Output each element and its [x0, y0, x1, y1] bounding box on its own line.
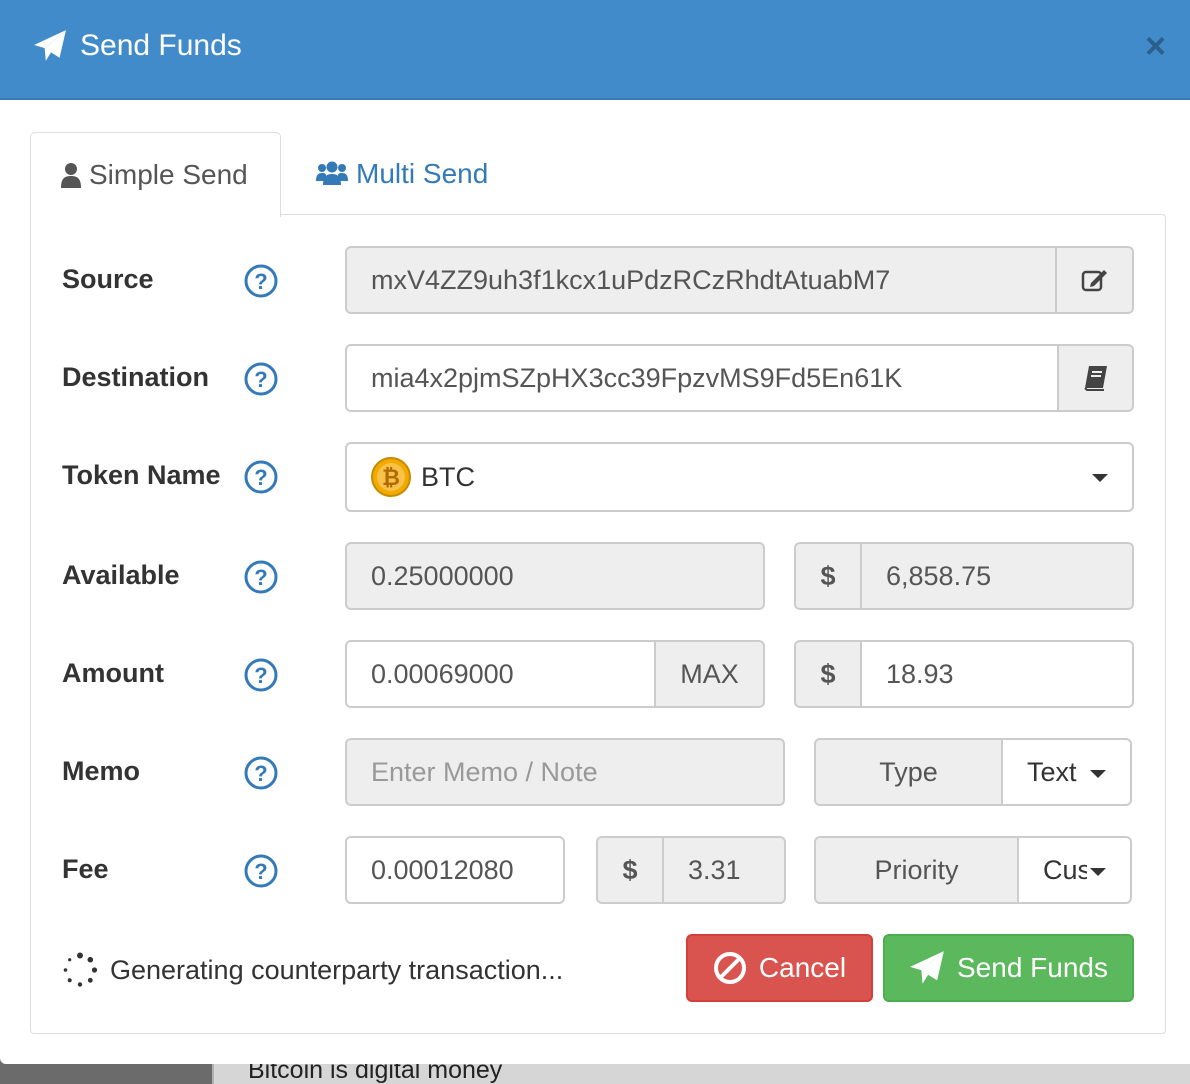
address-book-button[interactable]: [1057, 344, 1134, 412]
available-balance-field: 0.25000000: [345, 542, 765, 610]
bitcoin-icon: ₿: [371, 457, 411, 497]
memo-input[interactable]: Enter Memo / Note: [345, 738, 785, 806]
source-address-field[interactable]: mxV4ZZ9uh3f1kcx1uPdzRCzRhdtAtuabM7: [345, 246, 1057, 314]
fee-label: Fee: [62, 854, 109, 884]
token-name-label: Token Name: [62, 460, 221, 490]
fee-input[interactable]: 0.00012080: [345, 836, 565, 904]
send-funds-modal: Send Funds × Simple Send Multi Send Sour…: [0, 0, 1190, 1064]
tab-multi-send-label: Multi Send: [356, 158, 489, 189]
paper-plane-icon: [34, 30, 66, 61]
help-icon[interactable]: ?: [244, 756, 278, 790]
status-text: Generating counterparty transaction...: [110, 954, 564, 985]
help-icon[interactable]: ?: [244, 658, 278, 692]
edit-icon: [1081, 270, 1107, 292]
send-funds-button-label: Send Funds: [957, 952, 1108, 983]
help-icon[interactable]: ?: [244, 560, 278, 594]
user-icon: [61, 163, 81, 188]
send-funds-button[interactable]: Send Funds: [883, 934, 1134, 1002]
svg-text:?: ?: [254, 269, 267, 294]
memo-type-select[interactable]: Text: [1001, 738, 1132, 806]
source-label: Source: [62, 264, 154, 294]
chevron-down-icon: [1090, 770, 1106, 778]
ban-icon: [713, 952, 746, 984]
svg-text:₿: ₿: [382, 465, 400, 490]
amount-label: Amount: [62, 658, 164, 688]
cancel-button-label: Cancel: [758, 952, 847, 983]
help-icon[interactable]: ?: [244, 460, 278, 494]
token-select[interactable]: ₿ BTC: [345, 442, 1134, 512]
available-usd-field: 6,858.75: [860, 542, 1134, 610]
svg-text:?: ?: [254, 761, 267, 786]
destination-address-field[interactable]: mia4x2pjmSZpHX3cc39FpzvMS9Fd5En61K: [345, 344, 1059, 412]
tab-multi-send[interactable]: Multi Send: [316, 132, 536, 216]
amount-usd-input[interactable]: 18.93: [860, 640, 1134, 708]
help-icon[interactable]: ?: [244, 264, 278, 298]
tab-simple-send-label: Simple Send: [89, 159, 248, 190]
help-icon[interactable]: ?: [244, 362, 278, 396]
status-message: Generating counterparty transaction...: [62, 952, 563, 988]
usd-addon: $: [794, 640, 862, 708]
chevron-down-icon: [1092, 474, 1108, 482]
token-select-value: BTC: [421, 461, 475, 492]
svg-text:?: ?: [254, 565, 267, 590]
modal-title: Send Funds: [80, 29, 242, 62]
users-icon: [316, 161, 348, 185]
svg-text:?: ?: [254, 465, 267, 490]
background-text: Bitcoin is digital money: [248, 1064, 503, 1084]
paper-plane-icon: [910, 951, 944, 984]
fee-priority-label: Priority: [814, 836, 1019, 904]
memo-label: Memo: [62, 756, 141, 786]
cancel-button[interactable]: Cancel: [686, 934, 873, 1002]
amount-input[interactable]: 0.00069000: [345, 640, 656, 708]
edit-source-button[interactable]: [1055, 246, 1134, 314]
destination-label: Destination: [62, 362, 210, 392]
svg-text:?: ?: [254, 859, 267, 884]
tab-simple-send[interactable]: Simple Send: [30, 132, 281, 217]
fee-priority-select[interactable]: Cus: [1017, 836, 1132, 904]
svg-text:?: ?: [254, 367, 267, 392]
usd-addon: $: [794, 542, 862, 610]
spinner-icon: [63, 952, 98, 987]
address-book-icon: [1083, 366, 1107, 391]
svg-text:?: ?: [254, 663, 267, 688]
help-icon[interactable]: ?: [244, 854, 278, 888]
fee-usd-field: 3.31: [662, 836, 786, 904]
background-content: Bitcoin is digital money: [212, 1064, 1190, 1084]
usd-addon: $: [596, 836, 664, 904]
chevron-down-icon: [1090, 868, 1106, 876]
close-icon[interactable]: ×: [1145, 28, 1166, 64]
simple-send-panel: [30, 214, 1166, 1034]
max-button[interactable]: MAX: [654, 640, 765, 708]
memo-type-label: Type: [814, 738, 1003, 806]
available-label: Available: [62, 560, 180, 590]
modal-header: Send Funds ×: [0, 0, 1190, 100]
